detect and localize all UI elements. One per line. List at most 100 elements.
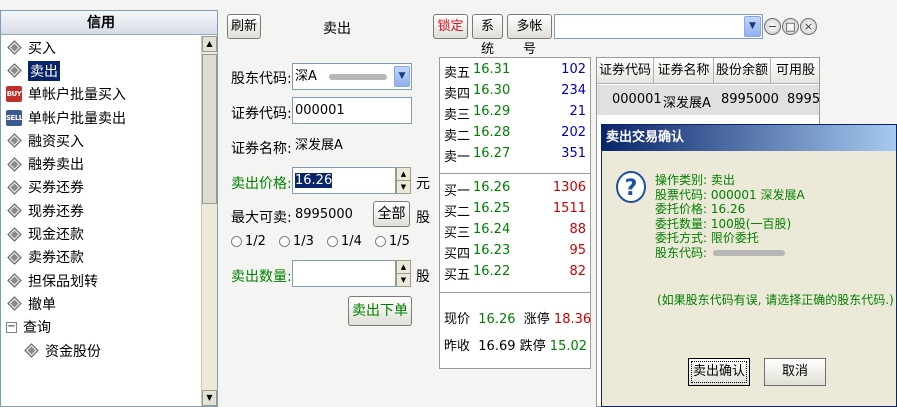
- sidebar-item[interactable]: − 查询: [1, 316, 201, 339]
- current-price-value: 16.26: [478, 312, 516, 327]
- sidebar-item[interactable]: 买券还券: [1, 176, 201, 199]
- level-name: 卖四: [444, 87, 471, 102]
- ratio-quarter[interactable]: 1/4: [327, 234, 362, 249]
- price-unit: 元: [416, 176, 430, 192]
- level-volume: 102: [561, 62, 586, 77]
- level-price: 16.28: [473, 125, 511, 140]
- multi-account-button[interactable]: 多帐号: [507, 14, 552, 57]
- cancel-button[interactable]: 取消: [764, 358, 826, 386]
- ask-row[interactable]: 卖二 16.28 202: [440, 123, 590, 144]
- stock-code-input[interactable]: 000001: [292, 97, 412, 124]
- radio-icon[interactable]: [231, 236, 242, 247]
- level2-quote-panel: 卖五 16.31 102 卖四 16.30 234 卖三 16.29 21 卖二 16.28 202 卖…: [439, 57, 591, 369]
- level-volume: 88: [569, 222, 586, 237]
- table-row[interactable]: 000001 深发展A 8995000 8995: [597, 85, 819, 115]
- level-volume: 351: [561, 146, 586, 161]
- ratio-fifth[interactable]: 1/5: [375, 234, 410, 249]
- price-input[interactable]: 16.26: [292, 167, 396, 194]
- level-volume: 202: [561, 125, 586, 140]
- refresh-button[interactable]: 刷新: [227, 14, 261, 39]
- sidebar-item[interactable]: 卖券还款: [1, 246, 201, 269]
- diamond-icon: [6, 63, 22, 79]
- current-price-label: 现价: [444, 312, 471, 327]
- chevron-down-icon[interactable]: ▼: [394, 66, 410, 87]
- column-header[interactable]: 证券名称: [654, 58, 714, 84]
- diamond-icon: [6, 249, 22, 265]
- column-header[interactable]: 证券代码: [597, 58, 654, 84]
- prev-close-value: 16.69: [478, 339, 516, 354]
- level-volume: 1511: [552, 201, 586, 216]
- collapse-icon[interactable]: −: [6, 321, 17, 333]
- chevron-down-icon[interactable]: ▼: [744, 16, 761, 37]
- ratio-half[interactable]: 1/2: [231, 234, 266, 249]
- quantity-input[interactable]: [292, 260, 396, 287]
- arrow-up-icon[interactable]: ▲: [397, 261, 410, 274]
- level-name: 卖二: [444, 129, 471, 144]
- level-name: 买三: [444, 226, 471, 241]
- sidebar-item[interactable]: 担保品划转: [1, 269, 201, 292]
- diamond-icon: [6, 156, 22, 172]
- column-header[interactable]: 股份余额: [714, 58, 771, 84]
- scroll-up-arrow-icon[interactable]: ▲: [202, 36, 217, 52]
- sidebar-item[interactable]: 资金股份: [1, 339, 201, 362]
- bid-row[interactable]: 买一 16.26 1306: [440, 178, 590, 199]
- bid-row[interactable]: 买二 16.25 1511: [440, 199, 590, 220]
- question-icon: ?: [616, 171, 646, 205]
- ask-row[interactable]: 卖五 16.31 102: [440, 60, 590, 81]
- sidebar-item[interactable]: BUY 单帐户批量买入: [1, 83, 201, 106]
- diamond-icon: [6, 179, 22, 195]
- ask-row[interactable]: 卖三 16.29 21: [440, 102, 590, 123]
- arrow-down-icon[interactable]: ▼: [397, 274, 410, 287]
- arrow-up-icon[interactable]: ▲: [397, 168, 410, 181]
- quantity-unit: 股: [416, 269, 430, 285]
- sidebar-item[interactable]: 现券还券: [1, 199, 201, 222]
- bid-row[interactable]: 买五 16.22 82: [440, 262, 590, 283]
- cell-balance: 8995000: [721, 92, 779, 107]
- restore-icon[interactable]: □: [782, 18, 799, 35]
- ratio-label: 1/5: [389, 234, 410, 249]
- system-button[interactable]: 系统: [472, 14, 503, 57]
- ask-row[interactable]: 卖一 16.27 351: [440, 144, 590, 165]
- radio-icon[interactable]: [279, 236, 290, 247]
- level-name: 买二: [444, 205, 471, 220]
- shareholder-select[interactable]: 深A ▼: [292, 63, 412, 90]
- scroll-down-arrow-icon[interactable]: ▼: [202, 390, 217, 406]
- buy-badge-icon: BUY: [6, 86, 22, 103]
- bid-row[interactable]: 买三 16.24 88: [440, 220, 590, 241]
- sidebar-item-label: 单帐户批量买入: [28, 87, 126, 104]
- bid-row[interactable]: 买四 16.23 95: [440, 241, 590, 262]
- submit-sell-button[interactable]: 卖出下单: [348, 296, 412, 326]
- sidebar-item[interactable]: 融资买入: [1, 129, 201, 152]
- sidebar-item[interactable]: 现金还款: [1, 222, 201, 245]
- radio-icon[interactable]: [375, 236, 386, 247]
- diamond-icon: [6, 273, 22, 289]
- sidebar-item[interactable]: 撤单: [1, 292, 201, 315]
- limit-up-value: 18.36: [553, 312, 592, 327]
- sidebar-item[interactable]: SELL 单帐户批量卖出: [1, 106, 201, 129]
- minimize-icon[interactable]: −: [764, 18, 781, 35]
- confirm-sell-button[interactable]: 卖出确认: [688, 358, 750, 386]
- sell-all-button[interactable]: 全部: [373, 201, 410, 227]
- radio-icon[interactable]: [327, 236, 338, 247]
- sidebar-item[interactable]: 卖出: [1, 59, 201, 82]
- close-icon[interactable]: ×: [800, 18, 817, 35]
- sidebar-item[interactable]: 融券卖出: [1, 152, 201, 175]
- sidebar-item[interactable]: 买入: [1, 36, 201, 59]
- shareholder-value: 深A: [295, 69, 317, 84]
- price-stepper[interactable]: ▲ ▼: [396, 167, 411, 194]
- column-header[interactable]: 可用股: [771, 58, 819, 84]
- scroll-thumb[interactable]: [202, 54, 217, 204]
- level-volume: 95: [569, 243, 586, 258]
- account-select[interactable]: ▼: [554, 14, 763, 39]
- ask-row[interactable]: 卖四 16.30 234: [440, 81, 590, 102]
- level-price: 16.24: [473, 222, 511, 237]
- quantity-stepper[interactable]: ▲ ▼: [396, 260, 411, 287]
- nav-scrollbar[interactable]: ▲ ▼: [201, 36, 217, 406]
- svg-text:?: ?: [625, 176, 638, 201]
- arrow-down-icon[interactable]: ▼: [397, 181, 410, 194]
- summary-line: 股票代码: 000001 深发展A: [655, 187, 805, 202]
- lock-button[interactable]: 锁定: [433, 14, 468, 39]
- shareholder-label: 股东代码:: [231, 71, 292, 87]
- level-price: 16.31: [473, 62, 511, 77]
- ratio-third[interactable]: 1/3: [279, 234, 314, 249]
